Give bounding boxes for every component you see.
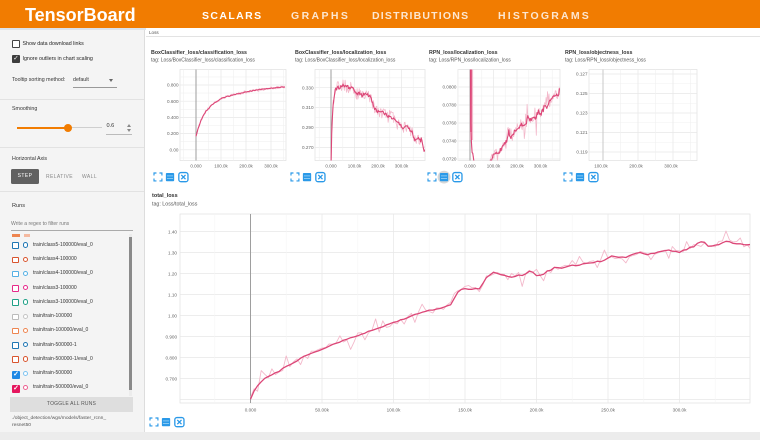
svg-text:0.119: 0.119 — [576, 150, 588, 155]
svg-text:0.290: 0.290 — [302, 125, 314, 130]
svg-text:0.0780: 0.0780 — [442, 103, 456, 108]
svg-text:tag: Loss/total_loss: tag: Loss/total_loss — [152, 202, 198, 208]
svg-text:300.0k: 300.0k — [664, 164, 678, 169]
svg-text:0.200: 0.200 — [167, 131, 179, 136]
svg-text:0.800: 0.800 — [167, 83, 179, 88]
svg-text:0.270: 0.270 — [302, 145, 314, 150]
svg-text:0.000: 0.000 — [190, 164, 202, 169]
svg-text:100.0k: 100.0k — [214, 164, 228, 169]
svg-text:100.0k: 100.0k — [387, 408, 401, 413]
svg-text:1.20: 1.20 — [168, 271, 177, 276]
svg-text:200.0k: 200.0k — [239, 164, 253, 169]
svg-text:0.0760: 0.0760 — [442, 121, 456, 126]
svg-text:200.0k: 200.0k — [530, 408, 544, 413]
svg-text:100.0k: 100.0k — [594, 164, 608, 169]
svg-text:0.121: 0.121 — [576, 130, 588, 135]
svg-text:0.330: 0.330 — [302, 85, 314, 90]
svg-text:0.0720: 0.0720 — [442, 157, 456, 162]
svg-text:1.40: 1.40 — [168, 229, 177, 234]
svg-text:tag: Loss/BoxClassifier_loss/l: tag: Loss/BoxClassifier_loss/localizatio… — [295, 58, 396, 64]
svg-text:0.900: 0.900 — [166, 334, 178, 339]
svg-text:0.127: 0.127 — [576, 72, 588, 77]
svg-text:1.00: 1.00 — [168, 313, 177, 318]
svg-text:200.0k: 200.0k — [510, 164, 524, 169]
svg-text:total_loss: total_loss — [152, 193, 178, 199]
svg-text:0.00: 0.00 — [170, 147, 179, 152]
svg-text:BoxClassifier_loss/localizatio: BoxClassifier_loss/localization_loss — [295, 50, 386, 56]
svg-text:0.0740: 0.0740 — [442, 139, 456, 144]
svg-text:0.700: 0.700 — [166, 376, 178, 381]
svg-text:100.0k: 100.0k — [348, 164, 362, 169]
svg-text:300.0k: 300.0k — [264, 164, 278, 169]
svg-text:0.000: 0.000 — [245, 408, 257, 413]
svg-text:300.0k: 300.0k — [673, 408, 687, 413]
svg-text:1.30: 1.30 — [168, 250, 177, 255]
svg-text:0.0800: 0.0800 — [442, 85, 456, 90]
svg-text:0.000: 0.000 — [325, 164, 337, 169]
svg-text:0.400: 0.400 — [167, 115, 179, 120]
svg-text:RPN_loss/localization_loss: RPN_loss/localization_loss — [429, 50, 498, 56]
svg-text:0.600: 0.600 — [167, 99, 179, 104]
svg-text:300.0k: 300.0k — [395, 164, 409, 169]
svg-text:BoxClassifier_loss/classificat: BoxClassifier_loss/classification_loss — [151, 50, 247, 56]
svg-text:0.800: 0.800 — [166, 355, 178, 360]
svg-text:250.0k: 250.0k — [601, 408, 615, 413]
svg-text:200.0k: 200.0k — [371, 164, 385, 169]
svg-text:0.310: 0.310 — [302, 105, 314, 110]
svg-text:tag: Loss/RPN_loss/objectness_: tag: Loss/RPN_loss/objectness_loss — [565, 58, 646, 64]
svg-text:0.125: 0.125 — [576, 91, 588, 96]
svg-text:tag: Loss/RPN_loss/localizatio: tag: Loss/RPN_loss/localization_loss — [429, 58, 511, 64]
svg-text:1.10: 1.10 — [168, 292, 177, 297]
svg-text:50.00k: 50.00k — [315, 408, 329, 413]
svg-text:tag: Loss/BoxClassifier_loss/c: tag: Loss/BoxClassifier_loss/classificat… — [151, 58, 255, 64]
svg-text:300.0k: 300.0k — [534, 164, 548, 169]
svg-text:150.0k: 150.0k — [458, 408, 472, 413]
svg-text:200.0k: 200.0k — [629, 164, 643, 169]
svg-text:100.0k: 100.0k — [487, 164, 501, 169]
svg-text:0.000: 0.000 — [464, 164, 476, 169]
svg-text:RPN_loss/objectness_loss: RPN_loss/objectness_loss — [565, 50, 632, 56]
svg-text:0.123: 0.123 — [576, 111, 588, 116]
